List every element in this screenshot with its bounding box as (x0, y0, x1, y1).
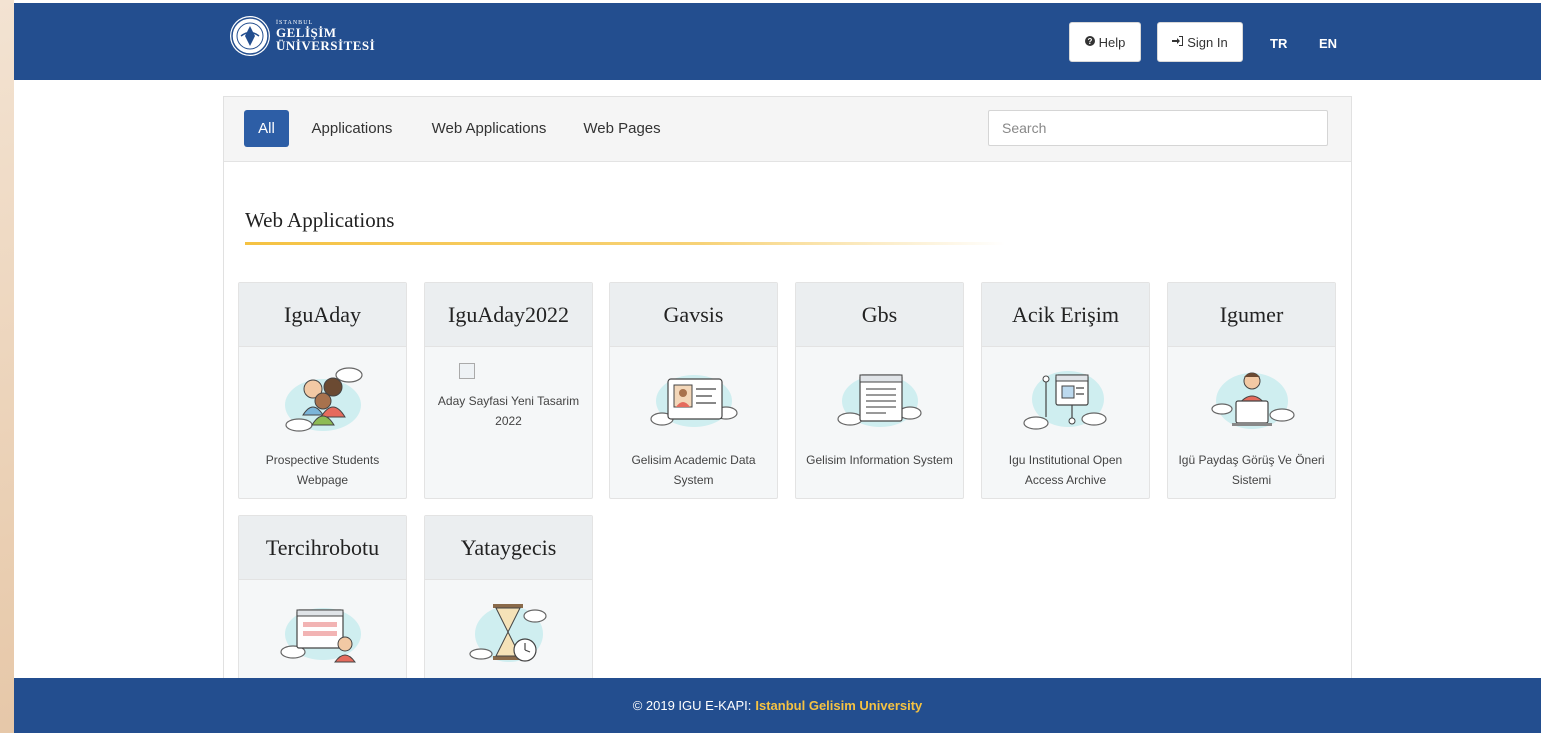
app-tile-iguaday[interactable]: IguAday Prospective Students Webpage (238, 282, 407, 499)
sign-in-button[interactable]: Sign In (1157, 22, 1243, 62)
archive-network-icon (1023, 371, 1107, 430)
app-tile-gavsis[interactable]: Gavsis Gelisim Academic Data System (609, 282, 778, 499)
filter-bar: All Applications Web Applications Web Pa… (224, 97, 1351, 162)
question-circle-icon: ? (1084, 35, 1095, 49)
tab-applications[interactable]: Applications (306, 110, 398, 147)
app-tile-iguaday2022[interactable]: IguAday2022 Aday Sayfasi Yeni Tasarim 20… (424, 282, 593, 499)
footer: © 2019 IGU E-KAPI: Istanbul Gelisim Univ… (14, 678, 1541, 733)
app-description: Gelisim Academic Data System (631, 453, 756, 487)
person-laptop-icon (1211, 372, 1295, 429)
app-tile-igumer[interactable]: Igumer Igü Paydaş Görüş Ve Öneri Sistemi (1167, 282, 1336, 499)
app-tile-acik-erisim[interactable]: Acik Erişim Igu Institutional Open Acces… (981, 282, 1150, 499)
tab-web-pages[interactable]: Web Pages (580, 110, 664, 147)
app-title: Igumer (1168, 283, 1335, 347)
app-description: Igü Paydaş Görüş Ve Öneri Sistemi (1178, 453, 1325, 487)
help-button[interactable]: ? Help (1069, 22, 1141, 62)
broken-image-icon (459, 363, 475, 379)
app-tile-gbs[interactable]: Gbs Gelisim Information System (795, 282, 964, 499)
university-logo[interactable]: İSTANBUL GELİŞİM ÜNİVERSİTESİ (230, 16, 375, 56)
app-title: Gavsis (610, 283, 777, 347)
app-tile-tercihrobotu[interactable]: Tercihrobotu (238, 515, 407, 690)
app-title: IguAday (239, 283, 406, 347)
id-card-icon (650, 375, 738, 427)
app-description: Prospective Students Webpage (265, 453, 380, 487)
app-title: Gbs (796, 283, 963, 347)
tab-all[interactable]: All (244, 110, 289, 147)
footer-university-link[interactable]: Istanbul Gelisim University (755, 698, 922, 713)
document-window-icon (837, 374, 922, 427)
app-description: Gelisim Information System (806, 453, 953, 467)
app-title: Yataygecis (425, 516, 592, 580)
hourglass-icon (469, 604, 547, 662)
footer-copyright: © 2019 IGU E-KAPI: (632, 698, 752, 713)
page: İSTANBUL GELİŞİM ÜNİVERSİTESİ ? Help Sig… (14, 0, 1541, 733)
language-en-link[interactable]: EN (1319, 36, 1337, 51)
section-title: Web Applications (245, 208, 395, 232)
language-tr-link[interactable]: TR (1270, 36, 1287, 51)
sign-in-icon (1172, 35, 1184, 49)
app-description: Igu Institutional Open Access Archive (1008, 453, 1123, 487)
applications-panel: All Applications Web Applications Web Pa… (223, 96, 1352, 690)
app-title: Acik Erişim (982, 283, 1149, 347)
app-title: Tercihrobotu (239, 516, 406, 580)
search-input[interactable] (988, 110, 1328, 146)
robot-browser-icon (280, 608, 361, 663)
app-tile-yataygecis[interactable]: Yataygecis (424, 515, 593, 690)
help-label: Help (1098, 34, 1126, 50)
svg-text:?: ? (1087, 37, 1092, 46)
sign-in-label: Sign In (1187, 34, 1228, 50)
students-icon (285, 367, 363, 432)
app-title: IguAday2022 (425, 283, 592, 347)
tab-web-applications[interactable]: Web Applications (424, 110, 554, 147)
top-navbar: İSTANBUL GELİŞİM ÜNİVERSİTESİ ? Help Sig… (14, 3, 1541, 80)
university-emblem-icon (230, 16, 270, 56)
section-underline (245, 242, 1005, 245)
logo-university: ÜNİVERSİTESİ (276, 38, 376, 53)
image-alt-text: Aday Sayfasi Yeni Tasarim 2022 (437, 394, 580, 428)
